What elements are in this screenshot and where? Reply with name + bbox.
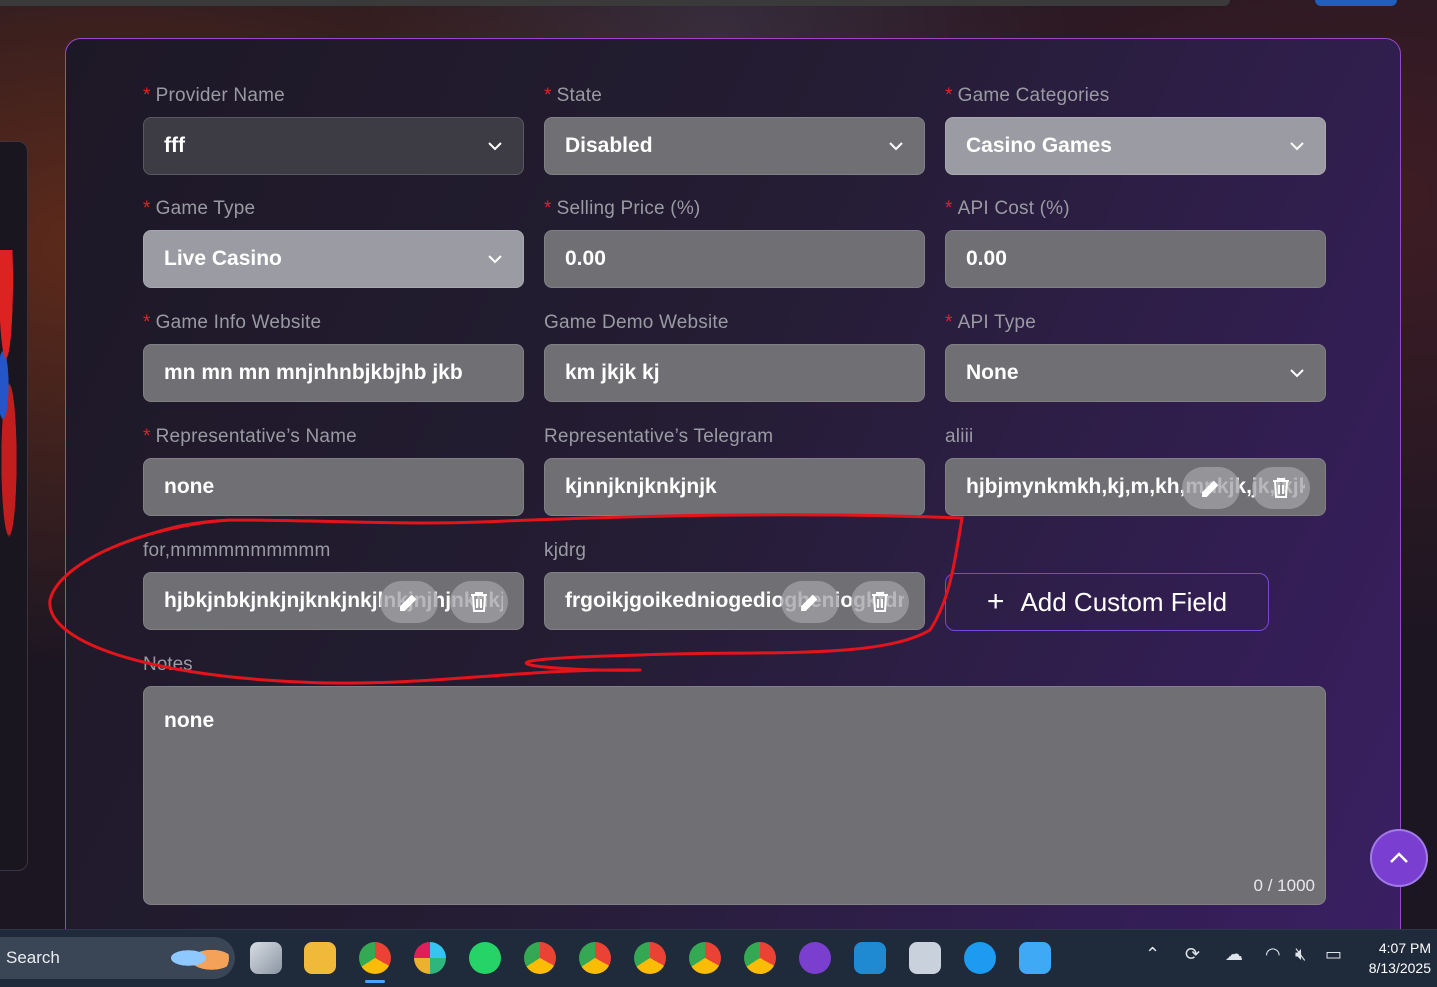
chevron-down-icon: [1290, 142, 1304, 151]
scroll-to-top-button[interactable]: [1370, 829, 1428, 887]
game-categories-select[interactable]: Casino Games: [945, 117, 1326, 175]
game-demo-website-input[interactable]: km jkjk kj: [544, 344, 925, 402]
browser-top-bar: [0, 0, 1230, 6]
rep-telegram-input[interactable]: kjnnjknjknkjnjk: [544, 458, 925, 516]
custom-field-label: aliii: [945, 426, 974, 447]
edit-button[interactable]: [1182, 467, 1240, 509]
chrome-icon[interactable]: [579, 942, 611, 974]
chevron-down-icon: [488, 255, 502, 264]
chevron-up-icon: [1390, 852, 1408, 863]
pencil-icon: [400, 594, 417, 611]
game-info-website-input[interactable]: mn mn mn mnjnhnbjkbjhb jkb: [143, 344, 524, 402]
file-explorer-icon[interactable]: [304, 942, 336, 974]
snipping-tool-icon[interactable]: [909, 942, 941, 974]
game-info-website-value: mn mn mn mnjnhnbjkbjhb jkb: [164, 361, 463, 384]
sync-icon[interactable]: ⟳: [1185, 944, 1200, 965]
search-highlight-image: [171, 940, 229, 976]
rep-telegram-value: kjnnjknjknkjnjk: [565, 475, 717, 498]
chevron-down-icon: [889, 142, 903, 151]
game-type-value: Live Casino: [164, 247, 282, 270]
selling-price-label: * Selling Price (%): [544, 198, 701, 219]
search-label: Search: [6, 948, 60, 967]
edit-button[interactable]: [781, 581, 839, 623]
game-demo-website-label: Game Demo Website: [544, 312, 729, 333]
clock-time: 4:07 PM: [1378, 940, 1431, 956]
trash-icon: [1273, 478, 1289, 498]
task-view-icon[interactable]: [250, 942, 282, 974]
api-type-label: * API Type: [945, 312, 1036, 333]
api-cost-label: * API Cost (%): [945, 198, 1070, 219]
chrome-icon[interactable]: [524, 942, 556, 974]
selling-price-input[interactable]: 0.00: [544, 230, 925, 288]
game-categories-label: * Game Categories: [945, 85, 1110, 106]
rep-name-label: * Representative’s Name: [143, 426, 357, 447]
notes-char-counter: 0 / 1000: [1253, 876, 1315, 895]
game-demo-website-value: km jkjk kj: [565, 361, 660, 384]
api-type-select[interactable]: None: [945, 344, 1326, 402]
chevron-down-icon: [488, 142, 502, 151]
chevron-down-icon: [1290, 369, 1304, 378]
notepad-icon[interactable]: [1019, 942, 1051, 974]
volume-muted-icon[interactable]: 🔇︎: [1295, 944, 1306, 965]
taskbar-clock[interactable]: 4:07 PM 8/13/2025: [1369, 938, 1431, 978]
trash-icon: [471, 592, 487, 612]
vscode-icon[interactable]: [854, 942, 886, 974]
provider-name-label: * Provider Name: [143, 85, 285, 106]
state-value: Disabled: [565, 134, 653, 157]
notes-label: Notes: [143, 654, 193, 675]
chrome-icon[interactable]: [689, 942, 721, 974]
delete-button[interactable]: [450, 581, 508, 623]
game-type-select[interactable]: Live Casino: [143, 230, 524, 288]
pencil-icon: [1202, 480, 1219, 497]
game-info-website-label: * Game Info Website: [143, 312, 322, 333]
chrome-icon[interactable]: [359, 942, 391, 974]
delete-button[interactable]: [851, 581, 909, 623]
background-character-image: [0, 250, 30, 550]
tray-overflow-icon[interactable]: ⌃: [1145, 944, 1160, 965]
slack-icon[interactable]: [414, 942, 446, 974]
chrome-icon[interactable]: [634, 942, 666, 974]
clock-date: 8/13/2025: [1368, 960, 1431, 976]
provider-name-value: fff: [164, 134, 185, 157]
trash-icon: [872, 592, 888, 612]
api-cost-input[interactable]: 0.00: [945, 230, 1326, 288]
add-custom-field-label: Add Custom Field: [1020, 586, 1228, 617]
edit-button[interactable]: [380, 581, 438, 623]
rep-name-value: none: [164, 475, 215, 498]
notes-value: none: [164, 709, 215, 732]
state-select[interactable]: Disabled: [544, 117, 925, 175]
chrome-icon[interactable]: [744, 942, 776, 974]
docker-icon[interactable]: [964, 942, 996, 974]
game-categories-value: Casino Games: [966, 134, 1112, 157]
active-app-indicator: [365, 980, 385, 983]
api-type-value: None: [966, 361, 1019, 384]
delete-button[interactable]: [1252, 467, 1310, 509]
provider-form-panel: * Provider Name fff * State Disabled * Game…: [65, 38, 1401, 958]
custom-field-input[interactable]: hjbkjnbkjnkjnjknkjnkjlnkjnjhjnknkjn: [143, 572, 524, 630]
plus-icon: +: [986, 585, 1005, 618]
custom-field-label: kjdrg: [544, 540, 587, 561]
game-type-label: * Game Type: [143, 198, 256, 219]
custom-field-label: for,mmmmmmmmmm: [143, 540, 331, 561]
notes-textarea[interactable]: none 0 / 1000: [143, 686, 1326, 905]
pencil-icon: [801, 594, 818, 611]
taskbar-search[interactable]: Search: [0, 937, 235, 979]
rep-telegram-label: Representative’s Telegram: [544, 426, 774, 447]
windows-taskbar: Search ⌃ ⟳ ☁ ◠ 🔇︎ ▭ 4:07 PM 8/13/2025: [0, 929, 1437, 987]
whatsapp-icon[interactable]: [469, 942, 501, 974]
api-cost-value: 0.00: [966, 247, 1007, 270]
state-label: * State: [544, 85, 602, 106]
add-custom-field-button[interactable]: + Add Custom Field: [945, 573, 1269, 631]
onedrive-icon[interactable]: ☁: [1225, 944, 1243, 965]
wifi-icon[interactable]: ◠: [1265, 944, 1281, 965]
github-desktop-icon[interactable]: [799, 942, 831, 974]
custom-field-input[interactable]: frgoikjgoikedniogediogheniogkfdn: [544, 572, 925, 630]
provider-name-select[interactable]: fff: [143, 117, 524, 175]
battery-icon[interactable]: ▭: [1325, 944, 1342, 965]
top-action-button[interactable]: [1315, 0, 1397, 6]
rep-name-input[interactable]: none: [143, 458, 524, 516]
custom-field-input[interactable]: hjbjmynkmkh,kj,m,kh,mnkjk,jk,jkjkjk: [945, 458, 1326, 516]
selling-price-value: 0.00: [565, 247, 606, 270]
